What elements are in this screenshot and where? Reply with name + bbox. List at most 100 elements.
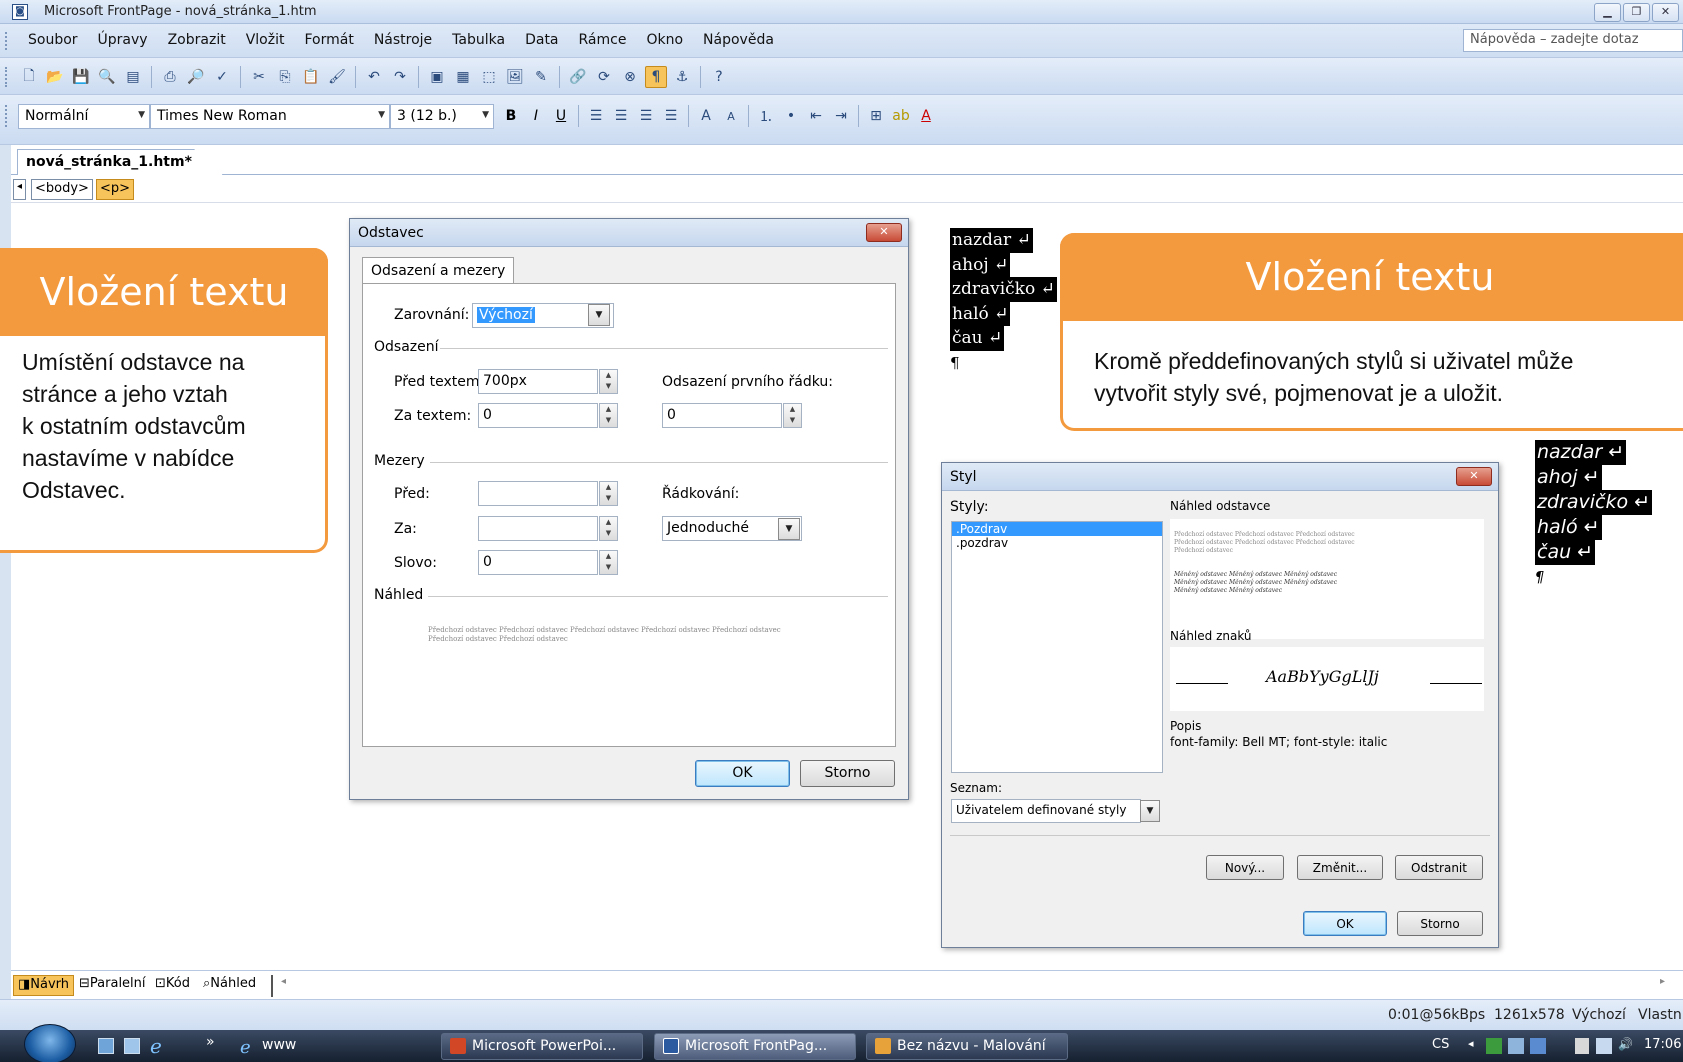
refresh-icon[interactable]: ⟳ [593, 66, 615, 88]
switch-windows-icon[interactable] [124, 1038, 140, 1054]
frontpage-task-button[interactable]: Microsoft FrontPag... [654, 1033, 856, 1060]
close-icon[interactable]: ✕ [1456, 467, 1492, 486]
powerpoint-task-button[interactable]: Microsoft PowerPoi... [441, 1033, 643, 1060]
show-desktop-icon[interactable] [98, 1038, 114, 1054]
spinner-icon[interactable]: ▲ ▼ [599, 403, 618, 428]
list-select[interactable]: Uživatelem definované styly [951, 799, 1141, 823]
menu-data[interactable]: Data [515, 32, 568, 48]
delete-style-button[interactable]: Odstranit [1395, 855, 1483, 880]
insert-table-icon[interactable]: ▦ [452, 66, 474, 88]
ok-button[interactable]: OK [1303, 911, 1387, 936]
spinner-icon[interactable]: ▲ ▼ [783, 403, 802, 428]
first-line-input[interactable]: 0 [662, 403, 782, 428]
print-preview-icon[interactable]: 🔎 [185, 66, 207, 88]
chevron-down-icon[interactable]: ▼ [778, 518, 800, 540]
before-text-input[interactable]: 700px [478, 369, 598, 394]
chevron-left-icon[interactable]: ◂ [1468, 1037, 1474, 1050]
style-select[interactable]: Normální ▼ [18, 104, 150, 129]
close-icon[interactable]: ✕ [1652, 3, 1679, 22]
font-size-select[interactable]: 3 (12 b.) ▼ [390, 104, 494, 129]
status-custom[interactable]: Vlastn [1638, 1007, 1682, 1023]
web-component-icon[interactable]: ▣ [426, 66, 448, 88]
bold-icon[interactable]: B [500, 105, 522, 127]
borders-icon[interactable]: ⊞ [865, 105, 887, 127]
spelling-icon[interactable]: ✓ [211, 66, 233, 88]
drawing-icon[interactable]: ✎ [530, 66, 552, 88]
save-icon[interactable]: 💾 [70, 66, 92, 88]
close-icon[interactable]: ✕ [866, 223, 902, 242]
text-block-design[interactable]: nazdar ↵ ahoj ↵ zdravičko ↵ haló ↵ čau ↵… [950, 228, 1057, 375]
tab-code[interactable]: ⊡Kód [151, 975, 194, 996]
open-icon[interactable]: 📂 [44, 66, 66, 88]
show-all-icon[interactable]: ¶ [645, 66, 667, 88]
stop-icon[interactable]: ⊗ [619, 66, 641, 88]
network-icon[interactable] [1486, 1038, 1502, 1054]
after-text-input[interactable]: 0 [478, 403, 598, 428]
modify-style-button[interactable]: Změnit... [1297, 855, 1383, 880]
minimize-icon[interactable]: ▁ [1594, 3, 1621, 22]
language-indicator[interactable]: CS [1432, 1037, 1449, 1052]
undo-icon[interactable]: ↶ [363, 66, 385, 88]
cut-icon[interactable]: ✂ [248, 66, 270, 88]
menu-napoveda[interactable]: Nápověda [693, 32, 784, 48]
chevron-down-icon[interactable]: ▼ [588, 304, 610, 326]
grow-font-icon[interactable]: A [695, 105, 717, 127]
spinner-icon[interactable]: ▲ ▼ [599, 516, 618, 541]
decrease-indent-icon[interactable]: ⇤ [805, 105, 827, 127]
menu-okno[interactable]: Okno [636, 32, 693, 48]
menu-tabulka[interactable]: Tabulka [442, 32, 515, 48]
spinner-icon[interactable]: ▲ ▼ [599, 481, 618, 506]
underline-icon[interactable]: U [550, 105, 572, 127]
menu-zobrazit[interactable]: Zobrazit [158, 32, 236, 48]
ie-task-button[interactable]: e www [232, 1033, 432, 1060]
styles-list[interactable]: .Pozdrav .pozdrav [951, 521, 1163, 773]
insert-picture-icon[interactable]: 🖼 [504, 66, 526, 88]
font-color-icon[interactable]: A [915, 105, 937, 127]
copy-icon[interactable]: ⎘ [274, 66, 296, 88]
print-icon[interactable]: ⎙ [159, 66, 181, 88]
format-painter-icon[interactable]: 🖌 [326, 66, 348, 88]
menu-soubor[interactable]: Soubor [18, 32, 88, 48]
justify-icon[interactable]: ☰ [660, 105, 682, 127]
align-left-icon[interactable]: ☰ [585, 105, 607, 127]
new-page-icon[interactable]: 🗋 [18, 66, 40, 88]
list-item[interactable]: .pozdrav [952, 536, 1162, 550]
menu-ramce[interactable]: Rámce [569, 32, 637, 48]
tab-design[interactable]: ◨Návrh [13, 975, 75, 996]
before-input[interactable] [478, 481, 598, 506]
cancel-button[interactable]: Storno [800, 760, 895, 787]
menu-format[interactable]: Formát [294, 32, 363, 48]
ok-button[interactable]: OK [695, 760, 790, 787]
safely-remove-icon[interactable] [1575, 1038, 1589, 1054]
tab-document[interactable]: nová_stránka_1.htm* [17, 149, 223, 175]
restore-icon[interactable]: ❐ [1623, 3, 1650, 22]
anchor-icon[interactable]: ⚓ [671, 66, 693, 88]
frontpage-icon[interactable]: ◙ [12, 4, 28, 20]
list-item[interactable]: .Pozdrav [952, 522, 1162, 536]
chevron-right-icon[interactable]: » [206, 1034, 215, 1050]
align-center-icon[interactable]: ☰ [610, 105, 632, 127]
tab-split[interactable]: ⊟Paralelní [75, 975, 150, 996]
scroll-right-icon[interactable]: ▸ [1660, 976, 1665, 987]
volume-icon[interactable]: 🔊 [1618, 1037, 1633, 1051]
tag-body[interactable]: <body> [31, 179, 93, 200]
search-icon[interactable]: 🔍 [96, 66, 118, 88]
monitor-icon[interactable] [1530, 1038, 1546, 1054]
status-default[interactable]: Výchozí [1572, 1007, 1626, 1023]
paint-task-button[interactable]: Bez názvu - Malování [866, 1033, 1068, 1060]
connection-icon[interactable] [1596, 1038, 1612, 1054]
increase-indent-icon[interactable]: ⇥ [830, 105, 852, 127]
align-right-icon[interactable]: ☰ [635, 105, 657, 127]
display-icon[interactable] [1508, 1038, 1524, 1054]
font-select[interactable]: Times New Roman ▼ [150, 104, 390, 129]
tab-preview[interactable]: ⌕Náhled [199, 975, 260, 996]
scroll-left-icon[interactable]: ◂ [281, 976, 286, 987]
publish-icon[interactable]: ▤ [122, 66, 144, 88]
menu-vlozit[interactable]: Vložit [236, 32, 295, 48]
ie-icon[interactable]: e [150, 1034, 162, 1058]
paste-icon[interactable]: 📋 [300, 66, 322, 88]
clock[interactable]: 17:06 [1644, 1037, 1681, 1052]
redo-icon[interactable]: ↷ [389, 66, 411, 88]
shrink-font-icon[interactable]: A [720, 105, 742, 127]
insert-layer-icon[interactable]: ⬚ [478, 66, 500, 88]
